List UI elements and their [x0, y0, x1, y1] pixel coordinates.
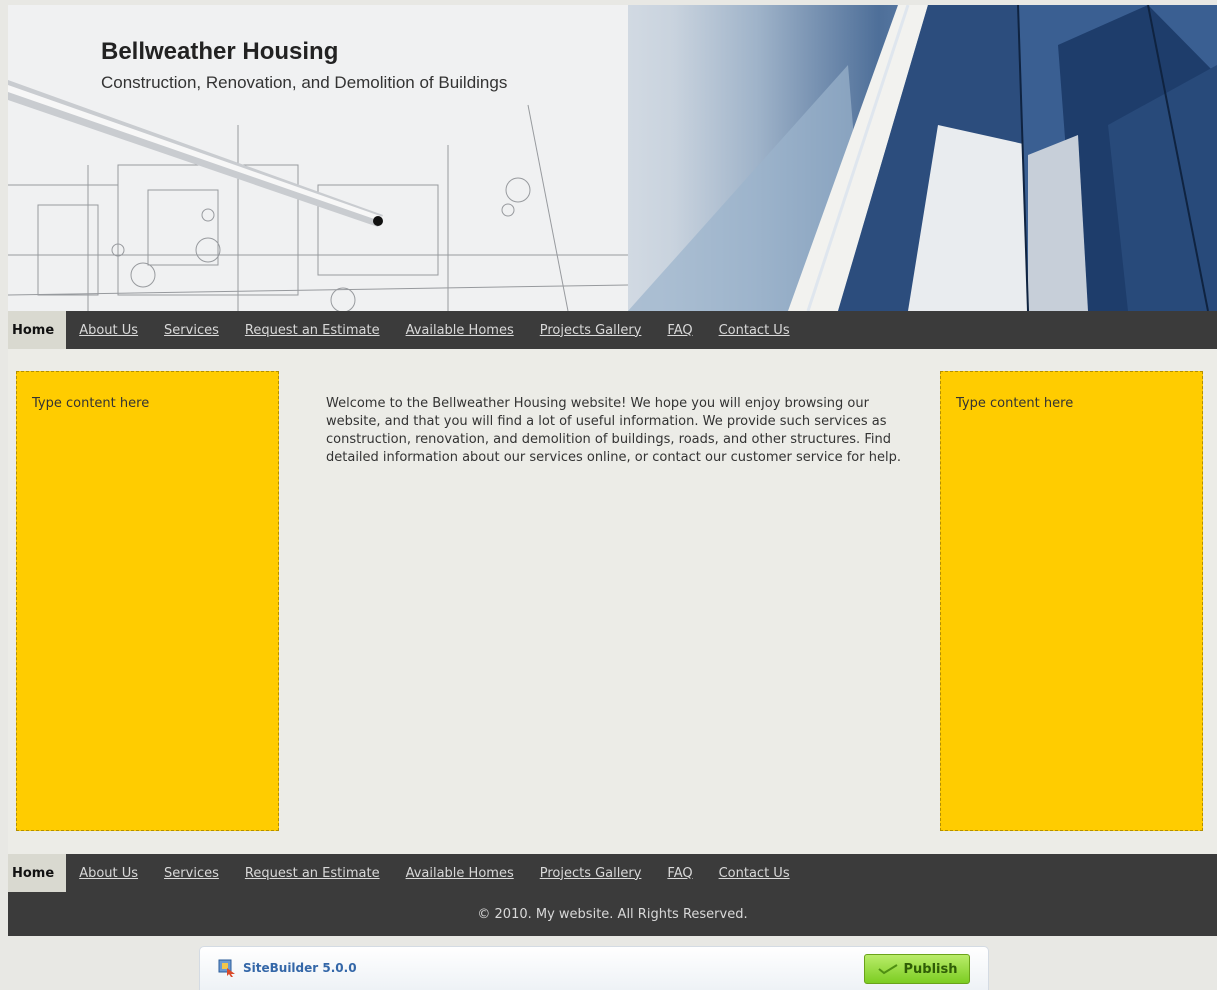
footer: Home About Us Services Request an Estima…: [8, 854, 1217, 936]
checkmark-icon: [877, 964, 898, 975]
footer-nav-contact-us[interactable]: Contact Us: [706, 854, 803, 892]
footer-nav-available-homes[interactable]: Available Homes: [393, 854, 527, 892]
header-banner: Bellweather Housing Construction, Renova…: [8, 5, 1217, 311]
website-page: Bellweather Housing Construction, Renova…: [8, 5, 1217, 936]
building-photo: [628, 5, 1217, 311]
nav-request-estimate[interactable]: Request an Estimate: [232, 311, 393, 349]
footer-nav: Home About Us Services Request an Estima…: [8, 854, 1217, 892]
right-sidebar-text[interactable]: Type content here: [956, 396, 1073, 411]
footer-nav-projects-gallery[interactable]: Projects Gallery: [527, 854, 655, 892]
right-sidebar[interactable]: Type content here: [940, 371, 1203, 831]
nav-about-us[interactable]: About Us: [66, 311, 151, 349]
main-content-text[interactable]: Welcome to the Bellweather Housing websi…: [326, 395, 901, 467]
sitebuilder-logo-icon: [218, 959, 235, 977]
footer-nav-faq[interactable]: FAQ: [654, 854, 705, 892]
footer-nav-request-estimate[interactable]: Request an Estimate: [232, 854, 393, 892]
sitebuilder-brand: SiteBuilder 5.0.0: [218, 959, 357, 977]
left-sidebar[interactable]: Type content here: [16, 371, 279, 831]
copyright-text: © 2010. My website. All Rights Reserved.: [477, 906, 748, 922]
site-title: Bellweather Housing: [101, 38, 339, 65]
sitebuilder-version-label: SiteBuilder 5.0.0: [243, 961, 357, 975]
nav-faq[interactable]: FAQ: [654, 311, 705, 349]
content-area: Type content here Welcome to the Bellwea…: [8, 349, 1217, 854]
nav-home[interactable]: Home: [8, 311, 67, 349]
publish-button[interactable]: Publish: [864, 954, 970, 984]
site-subtitle: Construction, Renovation, and Demolition…: [101, 73, 508, 92]
nav-contact-us[interactable]: Contact Us: [706, 311, 803, 349]
nav-available-homes[interactable]: Available Homes: [393, 311, 527, 349]
footer-nav-about-us[interactable]: About Us: [66, 854, 151, 892]
footer-nav-services[interactable]: Services: [151, 854, 232, 892]
top-nav: Home About Us Services Request an Estima…: [8, 311, 1217, 349]
left-sidebar-text[interactable]: Type content here: [32, 396, 149, 411]
nav-services[interactable]: Services: [151, 311, 232, 349]
nav-projects-gallery[interactable]: Projects Gallery: [527, 311, 655, 349]
sitebuilder-toolbar: SiteBuilder 5.0.0 Publish: [199, 946, 989, 990]
publish-button-label: Publish: [903, 961, 958, 977]
footer-nav-home[interactable]: Home: [8, 854, 67, 892]
